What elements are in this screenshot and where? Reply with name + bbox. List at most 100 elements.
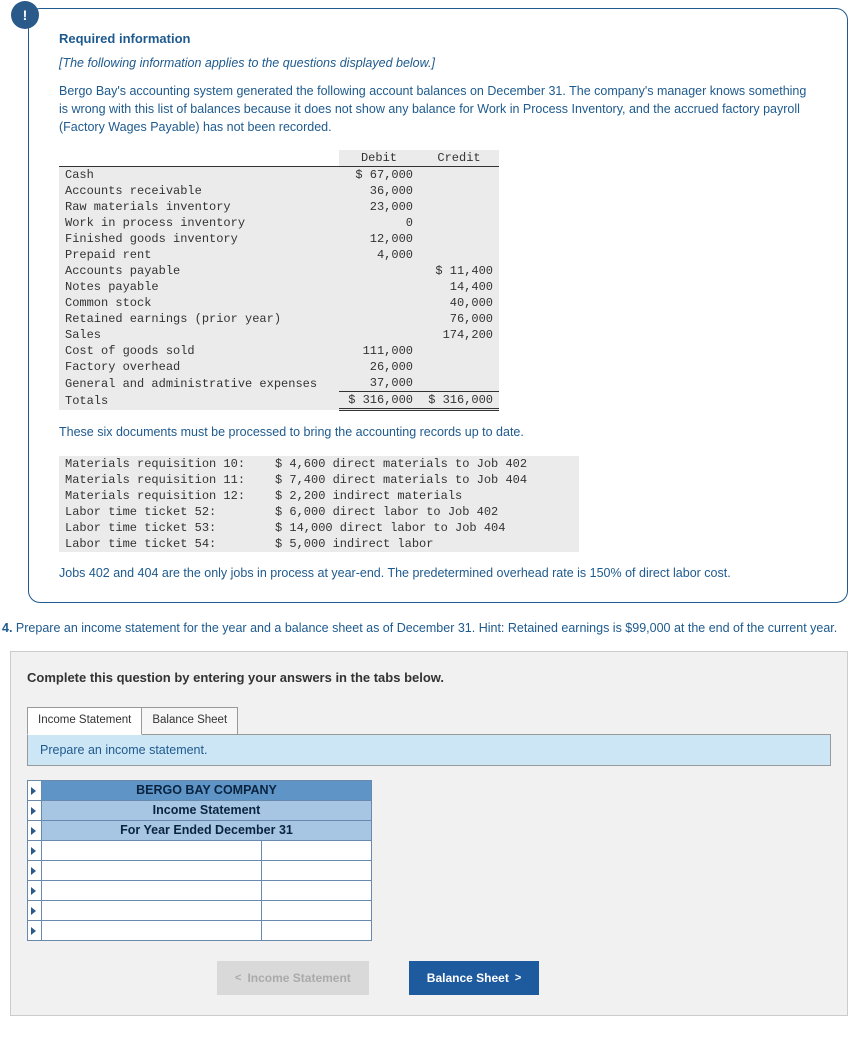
col-debit: Debit xyxy=(339,150,419,167)
row-handle-icon[interactable] xyxy=(28,860,42,880)
debit-value: 12,000 xyxy=(339,231,419,247)
trial-balance-table: Debit Credit Cash$ 67,000Accounts receiv… xyxy=(59,150,499,411)
required-information-box: ! Required information [The following in… xyxy=(28,8,848,603)
account-name: Work in process inventory xyxy=(59,215,339,231)
credit-value xyxy=(419,199,499,215)
required-title: Required information xyxy=(59,31,817,46)
debit-value xyxy=(339,263,419,279)
credit-value: 76,000 xyxy=(419,311,499,327)
question-number: 4. xyxy=(2,621,12,635)
input-cell[interactable] xyxy=(42,920,262,940)
tab-panel-instruction: Prepare an income statement. xyxy=(27,734,831,766)
debit-value: 111,000 xyxy=(339,343,419,359)
chevron-left-icon: < xyxy=(235,972,241,984)
credit-value xyxy=(419,247,499,263)
account-name: Prepaid rent xyxy=(59,247,339,263)
input-cell[interactable] xyxy=(262,880,372,900)
credit-value: $ 11,400 xyxy=(419,263,499,279)
debit-value xyxy=(339,279,419,295)
debit-value xyxy=(339,327,419,343)
doc-label: Materials requisition 12: xyxy=(59,488,269,504)
doc-desc: $ 14,000 direct labor to Job 404 xyxy=(269,520,579,536)
account-name: Accounts payable xyxy=(59,263,339,279)
intro-text: Bergo Bay's accounting system generated … xyxy=(59,82,817,136)
doc-label: Materials requisition 10: xyxy=(59,456,269,472)
account-name: General and administrative expenses xyxy=(59,375,339,392)
doc-label: Labor time ticket 53: xyxy=(59,520,269,536)
debit-value xyxy=(339,311,419,327)
debit-value: 36,000 xyxy=(339,183,419,199)
tab-income-statement[interactable]: Income Statement xyxy=(27,707,142,735)
totals-debit: $ 316,000 xyxy=(339,392,419,410)
debit-value: 4,000 xyxy=(339,247,419,263)
doc-label: Labor time ticket 54: xyxy=(59,536,269,552)
input-cell[interactable] xyxy=(262,900,372,920)
col-credit: Credit xyxy=(419,150,499,167)
doc-desc: $ 6,000 direct labor to Job 402 xyxy=(269,504,579,520)
doc-desc: $ 4,600 direct materials to Job 402 xyxy=(269,456,579,472)
doc-desc: $ 5,000 indirect labor xyxy=(269,536,579,552)
account-name: Sales xyxy=(59,327,339,343)
statement-title: Income Statement xyxy=(42,800,372,820)
credit-value: 174,200 xyxy=(419,327,499,343)
answer-area: Complete this question by entering your … xyxy=(10,651,848,1016)
input-cell[interactable] xyxy=(262,860,372,880)
credit-value xyxy=(419,167,499,184)
debit-value: 23,000 xyxy=(339,199,419,215)
next-label: Balance Sheet xyxy=(427,971,509,985)
row-handle-icon[interactable] xyxy=(28,920,42,940)
doc-desc: $ 7,400 direct materials to Job 404 xyxy=(269,472,579,488)
tab-balance-sheet[interactable]: Balance Sheet xyxy=(142,707,238,735)
debit-value: $ 67,000 xyxy=(339,167,419,184)
documents-table: Materials requisition 10:$ 4,600 direct … xyxy=(59,456,579,552)
chevron-right-icon: > xyxy=(515,972,521,984)
docs-intro: These six documents must be processed to… xyxy=(59,423,817,441)
account-name: Cost of goods sold xyxy=(59,343,339,359)
account-name: Accounts receivable xyxy=(59,183,339,199)
complete-instruction: Complete this question by entering your … xyxy=(27,670,831,685)
question-body: Prepare an income statement for the year… xyxy=(16,621,837,635)
debit-value xyxy=(339,295,419,311)
credit-value: 14,400 xyxy=(419,279,499,295)
input-cell[interactable] xyxy=(42,860,262,880)
row-handle-icon[interactable] xyxy=(28,880,42,900)
input-cell[interactable] xyxy=(262,920,372,940)
credit-value: 40,000 xyxy=(419,295,499,311)
input-cell[interactable] xyxy=(42,900,262,920)
account-name: Common stock xyxy=(59,295,339,311)
company-name: BERGO BAY COMPANY xyxy=(42,780,372,800)
credit-value xyxy=(419,359,499,375)
exclamation-icon: ! xyxy=(11,1,39,29)
doc-label: Labor time ticket 52: xyxy=(59,504,269,520)
credit-value xyxy=(419,231,499,247)
input-cell[interactable] xyxy=(42,840,262,860)
account-name: Cash xyxy=(59,167,339,184)
income-statement-table: BERGO BAY COMPANY Income Statement For Y… xyxy=(27,780,372,941)
account-name: Raw materials inventory xyxy=(59,199,339,215)
account-name: Retained earnings (prior year) xyxy=(59,311,339,327)
account-name: Factory overhead xyxy=(59,359,339,375)
debit-value: 26,000 xyxy=(339,359,419,375)
row-handle-icon[interactable] xyxy=(28,840,42,860)
credit-value xyxy=(419,375,499,392)
applies-note: [The following information applies to th… xyxy=(59,56,817,70)
credit-value xyxy=(419,183,499,199)
row-handle-icon[interactable] xyxy=(28,900,42,920)
nav-buttons: < Income Statement Balance Sheet > xyxy=(217,961,831,995)
debit-value: 0 xyxy=(339,215,419,231)
next-button[interactable]: Balance Sheet > xyxy=(409,961,539,995)
statement-period: For Year Ended December 31 xyxy=(42,820,372,840)
account-name: Notes payable xyxy=(59,279,339,295)
credit-value xyxy=(419,343,499,359)
doc-label: Materials requisition 11: xyxy=(59,472,269,488)
row-handle-icon[interactable] xyxy=(28,800,42,820)
row-handle-icon[interactable] xyxy=(28,780,42,800)
prev-button[interactable]: < Income Statement xyxy=(217,961,369,995)
row-handle-icon[interactable] xyxy=(28,820,42,840)
doc-desc: $ 2,200 indirect materials xyxy=(269,488,579,504)
input-cell[interactable] xyxy=(262,840,372,860)
totals-credit: $ 316,000 xyxy=(419,392,499,410)
debit-value: 37,000 xyxy=(339,375,419,392)
input-cell[interactable] xyxy=(42,880,262,900)
totals-label: Totals xyxy=(59,392,339,410)
